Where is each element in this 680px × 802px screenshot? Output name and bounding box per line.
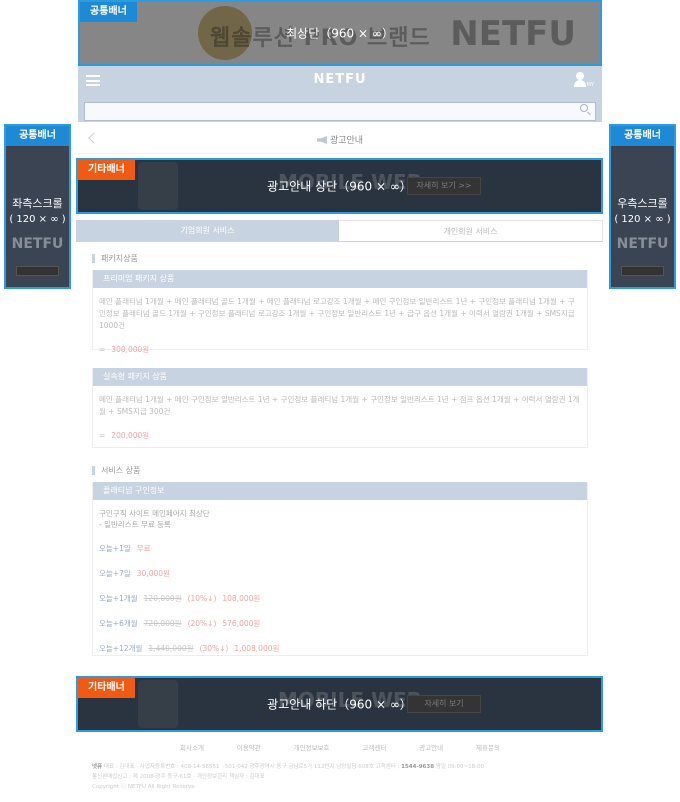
- banner-tag: 공통배너: [80, 2, 137, 22]
- service-price-line[interactable]: 오늘+12개월 1,440,000원 (30%↓) 1,008,000원: [99, 643, 581, 655]
- footer-brand: 넷퓨: [92, 764, 103, 770]
- service-tabs: 기업회원 서비스 개인회원 서비스: [76, 220, 603, 242]
- package-card-premium: 프리미엄 패키지 상품 메인 플래티넘 1개월 + 메인 플래티넘 골드 1개월…: [92, 270, 588, 354]
- card-head: 프리미엄 패키지 상품: [93, 270, 587, 288]
- service-description-sub: - 일반리스트 무료 등록: [99, 520, 171, 529]
- side-banner-button-graphic: [621, 266, 664, 276]
- banner-label: 광고안내 상단（960 × ∞）: [267, 179, 412, 194]
- service-discount: (30%↓): [199, 644, 229, 653]
- service-duration: 오늘+12개월: [99, 644, 143, 653]
- card-price-row: = 200,000원: [99, 430, 581, 442]
- banner-label: 우측스크롤 ( 120 × ∞ ): [611, 196, 674, 228]
- service-discount: (20%↓): [187, 619, 217, 628]
- equals-sign: =: [99, 431, 106, 440]
- user-icon-head: [576, 72, 584, 80]
- footer-link-terms[interactable]: 이용약관: [237, 742, 261, 752]
- card-price-row: = 300,000원: [99, 344, 581, 356]
- footer-link-privacy[interactable]: 개인정보보호: [294, 742, 330, 752]
- card-head: 플래티넘 구인정보: [93, 482, 587, 500]
- service-discount: (10%↓): [187, 594, 217, 603]
- footer-registration: 통신판매업신고 : 제 2008-광주 동구-61호 · 개인정보관리 책임자 …: [92, 774, 265, 780]
- service-duration: 오늘+7일: [99, 569, 131, 578]
- service-duration: 오늘+6개월: [99, 619, 138, 628]
- search-input[interactable]: [84, 102, 596, 121]
- footer-link-about[interactable]: 회사소개: [180, 742, 204, 752]
- service-price: 1,008,000원: [234, 644, 280, 653]
- footer-phone: 1544-9638: [401, 764, 435, 770]
- footer-company-info: 넷퓨 대표 : 김대표 · 사업자등록번호 : 408-14-56551 · 5…: [92, 762, 592, 792]
- tab-corporate-service[interactable]: 기업회원 서비스: [76, 220, 339, 241]
- app-header: NETFU MY: [78, 66, 602, 95]
- my-label: MY: [586, 82, 594, 88]
- right-scroll-banner[interactable]: NETFU 공통배너 우측스크롤 ( 120 × ∞ ): [609, 124, 676, 289]
- service-price-line[interactable]: 오늘+7일 30,000원: [99, 568, 581, 580]
- service-price-line[interactable]: 오늘+6개월 720,000원 (20%↓) 576,000원: [99, 618, 581, 630]
- side-banner-button-graphic: [16, 266, 59, 276]
- service-card-platinum: 플래티넘 구인정보 구인구직 사이트 메인페이지 최상단 - 일반리스트 무료 …: [92, 482, 588, 656]
- banner-tag: 공통배너: [611, 126, 674, 146]
- side-banner-title: 우측스크롤: [617, 197, 668, 210]
- section-title-service: 서비스 상품: [92, 466, 140, 475]
- card-description: 메인 플래티넘 1개월 + 메인 플래티넘 골드 1개월 + 메인 플래티넘 로…: [99, 297, 575, 330]
- ad-info-bottom-banner[interactable]: MOBILE WEB 자세히 보기 기타배너 광고안내 하단（960 × ∞）: [76, 676, 603, 732]
- card-price: 300,000원: [111, 345, 150, 354]
- ad-info-top-banner[interactable]: MOBILE WEB 자세히 보기 >> 기타배너 광고안내 상단（960 × …: [76, 158, 603, 214]
- service-price: 576,000원: [222, 619, 261, 628]
- search-bar: [78, 95, 602, 122]
- side-banner-size: ( 120 × ∞ ): [614, 214, 671, 225]
- service-price-line[interactable]: 오늘+1개월 120,000원 (10%↓) 108,000원: [99, 593, 581, 605]
- megaphone-icon: [316, 136, 327, 144]
- service-original-price: 1,440,000원: [148, 644, 194, 653]
- package-card-value: 실속형 패키지 상품 메인 플래티넘 1개월 + 메인 구인정보 일반리스트 1…: [92, 368, 588, 448]
- card-price: 200,000원: [111, 431, 150, 440]
- service-price-line[interactable]: 오늘+1일 무료: [99, 543, 581, 555]
- service-original-price: 720,000원: [143, 619, 182, 628]
- top-ad-banner[interactable]: 웹솔루션 PRO 브랜드 NETFU 공통배너 최상단（960 × ∞）: [78, 0, 602, 66]
- side-banner-logo: NETFU: [616, 236, 669, 252]
- card-head: 실속형 패키지 상품: [93, 368, 587, 386]
- user-icon-body: [574, 80, 586, 87]
- app-logo[interactable]: NETFU: [78, 72, 602, 87]
- footer-link-partnership[interactable]: 제휴문의: [476, 742, 500, 752]
- section-title-package: 패키지상품: [92, 254, 138, 263]
- service-price: 30,000원: [136, 569, 170, 578]
- page-title-row: 광고안내: [78, 124, 602, 154]
- footer-company-details: 대표 : 김대표 · 사업자등록번호 : 408-14-56551 · 501-…: [103, 764, 400, 770]
- service-description: 구인구직 사이트 메인페이지 최상단: [99, 509, 210, 518]
- side-banner-title: 좌측스크롤: [12, 197, 63, 210]
- footer-copyright: Copyright ⓒ NETFU All Right Reserve: [92, 784, 195, 790]
- my-page-icon[interactable]: MY: [574, 72, 594, 88]
- banner-label: 광고안내 하단（960 × ∞）: [267, 697, 412, 712]
- card-body: 메인 플래티넘 1개월 + 메인 플래티넘 골드 1개월 + 메인 플래티넘 로…: [93, 288, 587, 364]
- banner-label: 최상단（960 × ∞）: [286, 26, 394, 41]
- service-price: 108,000원: [222, 594, 261, 603]
- card-body: 구인구직 사이트 메인페이지 최상단 - 일반리스트 무료 등록 오늘+1일 무…: [93, 500, 587, 663]
- footer-hours: 평일 09:00~18:00: [435, 764, 484, 770]
- tab-personal-service[interactable]: 개인회원 서비스: [339, 220, 603, 241]
- footer-link-ad-info[interactable]: 광고안내: [419, 742, 443, 752]
- card-description: 메인 플래티넘 1개월 + 메인 구인정보 일반리스트 1년 + 구인정보 플래…: [99, 395, 580, 416]
- side-banner-size: ( 120 × ∞ ): [9, 214, 66, 225]
- banner-label: 좌측스크롤 ( 120 × ∞ ): [6, 196, 69, 228]
- page-title-text: 광고안내: [329, 136, 364, 146]
- footer-info-line: 넷퓨 대표 : 김대표 · 사업자등록번호 : 408-14-56551 · 5…: [92, 762, 592, 772]
- side-banner-logo: NETFU: [11, 236, 64, 252]
- footer-link-support[interactable]: 고객센터: [362, 742, 386, 752]
- banner-tag: 공통배너: [6, 126, 69, 146]
- page-title: 광고안내: [78, 133, 602, 146]
- footer-links: 회사소개 이용약관 개인정보보호 고객센터 광고안내 제휴문의: [180, 742, 500, 752]
- service-price: 무료: [136, 544, 151, 553]
- service-duration: 오늘+1일: [99, 544, 131, 553]
- left-scroll-banner[interactable]: NETFU 공통배너 좌측스크롤 ( 120 × ∞ ): [4, 124, 71, 289]
- equals-sign: =: [99, 345, 106, 354]
- card-body: 메인 플래티넘 1개월 + 메인 구인정보 일반리스트 1년 + 구인정보 플래…: [93, 386, 587, 450]
- service-duration: 오늘+1개월: [99, 594, 138, 603]
- search-icon[interactable]: [580, 104, 588, 112]
- service-original-price: 120,000원: [143, 594, 182, 603]
